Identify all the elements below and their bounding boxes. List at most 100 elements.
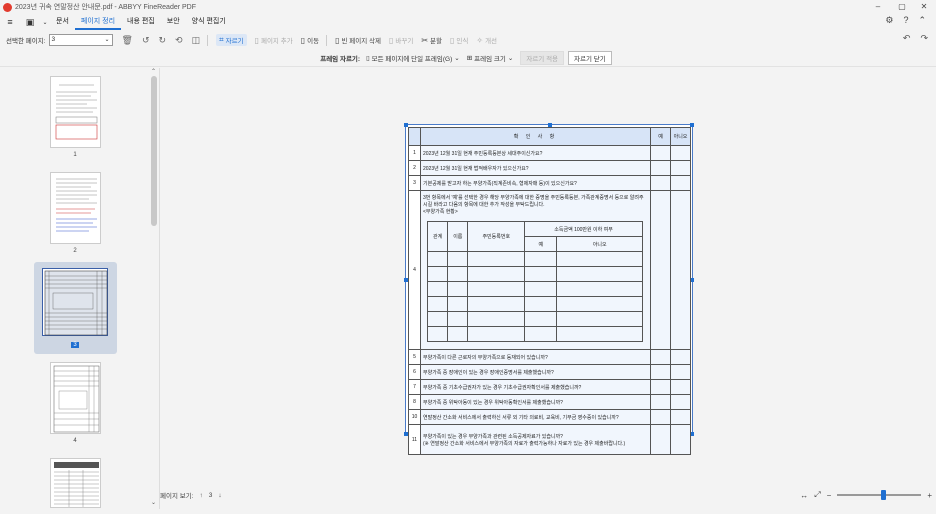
replace-icon: ▯ <box>388 35 394 45</box>
zoom-slider-knob[interactable] <box>880 490 886 500</box>
crop-frame-bar: 프레임 자르기: ▯ 모든 페이지에 단일 프레임(G) ⌄ ⊞ 프레임 크기 ⌄ 자르… <box>0 50 936 67</box>
next-page-icon[interactable]: ↓ <box>218 492 221 499</box>
trash-icon[interactable]: 🗑 <box>122 35 133 46</box>
move-button[interactable]: ▯ 이동 <box>300 35 319 46</box>
fit-page-icon[interactable]: ⤢ <box>814 490 820 500</box>
hamburger-menu-icon[interactable]: ≡ <box>0 17 20 27</box>
zoom-slider[interactable] <box>837 490 922 500</box>
redo-icon[interactable]: ↷ <box>920 33 928 44</box>
page-thumbnail[interactable] <box>50 362 101 434</box>
rotate-right-icon[interactable]: ↻ <box>158 35 166 46</box>
dependents-empty-row <box>426 296 643 312</box>
menu-security[interactable]: 보안 <box>161 14 186 30</box>
thumbnail-preview <box>56 178 97 232</box>
document-page: 확 인 사 항 예 아니오 1 2023년 12월 31일 현재 주민등록등본상 … <box>404 123 694 455</box>
undo-icon[interactable]: ↶ <box>903 33 911 44</box>
close-crop-button[interactable]: 자르기 닫기 <box>568 51 612 65</box>
single-frame-all-pages-option[interactable]: ▯ 모든 페이지에 단일 프레임(G) ⌄ <box>366 53 460 63</box>
dropdown-chevron-icon: ⌄ <box>104 37 110 43</box>
dependents-empty-row <box>426 266 643 282</box>
add-page-label: 페이지 추가 <box>260 38 293 45</box>
thumbnail-scrollbar[interactable]: ⌃ ⌄ <box>150 68 158 509</box>
crop-icon: ⌗ <box>219 35 224 44</box>
chevron-down-icon[interactable]: ⌄ <box>40 19 50 26</box>
table-row: 6 부양가족 중 장애인이 있는 경우 장애인증명서를 제출했습니까? <box>408 364 691 380</box>
split-button[interactable]: ✂ 분할 <box>421 35 442 46</box>
split-label: 분할 <box>430 38 442 45</box>
yes-cell <box>650 349 671 365</box>
dependents-col-id: 주민등록번호 <box>467 221 526 252</box>
frame-size-option[interactable]: ⊞ 프레임 크기 ⌄ <box>467 53 514 63</box>
move-icon: ▯ <box>300 35 306 45</box>
page-thumbnail[interactable] <box>50 76 101 148</box>
table-row: 1 2023년 12월 31일 현재 주민등록등본상 세대주이신가요? <box>408 145 691 161</box>
header-number-cell <box>408 127 421 146</box>
recognize-button[interactable]: ▯ 인식 <box>450 35 468 46</box>
table-row: 3 기본공제를 받고자 하는 부양가족(직계존비속, 형제자매 등)이 있으신가요… <box>408 175 691 191</box>
improve-button[interactable]: ✧ 개선 <box>476 35 498 46</box>
page-view-label: 페이지 보기: <box>160 493 194 500</box>
page-thumbnail-selected[interactable] <box>42 268 108 336</box>
dependents-subtitle: <부양가족 현황> <box>423 209 458 215</box>
dependents-empty-row <box>426 281 643 297</box>
zoom-out-icon[interactable]: − <box>827 491 832 500</box>
collapse-ribbon-icon[interactable]: ⌃ <box>918 15 926 26</box>
minimize-button[interactable]: – <box>866 0 890 14</box>
save-icon[interactable]: ▣ <box>20 17 40 28</box>
menu-page-organize[interactable]: 페이지 정리 <box>74 14 122 30</box>
help-icon[interactable]: ? <box>903 15 908 26</box>
page-settings-icon[interactable]: ◫ <box>192 35 201 46</box>
zoom-controls: ↔ ⤢ − + <box>800 490 932 500</box>
page-thumbnail[interactable] <box>50 458 101 508</box>
question-note: (※ 연말정산 간소화 서비스에서 부양가족의 자료가 출력가능하나 자료가 있… <box>423 440 626 447</box>
recognize-icon: ▯ <box>450 35 455 45</box>
dependents-table: 관계 이름 주민등록번호 소득금액 100만원 이하 여부 예 아니오 <box>426 221 643 342</box>
window-title: 2023년 귀속 연말정산 안내문.pdf - ABBYY FineReader… <box>15 4 197 11</box>
chevron-down-icon: ⌄ <box>454 55 460 62</box>
add-page-button[interactable]: ▯ 페이지 추가 <box>255 35 293 46</box>
maximize-button[interactable]: ▢ <box>890 0 914 14</box>
table-row: 11 부양가족이 있는 경우 부양가족과 관련된 소득공제자료가 있습니까? (※… <box>408 424 691 455</box>
previous-page-icon[interactable]: ↑ <box>200 492 203 499</box>
menu-form-editor[interactable]: 양식 편집기 <box>186 14 232 30</box>
current-page-number[interactable]: 3 <box>209 492 213 499</box>
rotate-left-icon[interactable]: ↺ <box>142 35 150 46</box>
toolbar-separator <box>326 34 328 46</box>
thumbnail-preview <box>54 462 99 507</box>
thumbnail-preview <box>55 84 98 140</box>
page-thumbnail[interactable] <box>50 172 101 244</box>
chevron-down-icon: ⌄ <box>507 55 514 62</box>
scroll-down-icon[interactable]: ⌄ <box>151 499 156 506</box>
delete-blank-pages-button[interactable]: ▯ 빈 페이지 삭제 <box>335 35 381 46</box>
menu-document[interactable]: 문서 <box>50 14 75 30</box>
apply-crop-button[interactable]: 자르기 적용 <box>520 51 565 65</box>
selected-pages-label: 선택한 페이지: <box>6 38 46 45</box>
page-navigation: 페이지 보기: ↑ 3 ↓ <box>160 490 222 501</box>
question-number: 1 <box>408 145 421 161</box>
no-cell <box>670 190 691 350</box>
question-number: 3 <box>408 175 421 191</box>
scroll-up-icon[interactable]: ⌃ <box>151 68 156 75</box>
settings-gear-icon[interactable]: ⚙ <box>885 15 893 26</box>
header-no: 아니오 <box>670 127 691 146</box>
question-number: 2 <box>408 160 421 176</box>
crop-button[interactable]: ⌗ 자르기 <box>216 34 247 46</box>
thumbnail-label: 2 <box>73 248 77 254</box>
replace-button[interactable]: ▯ 바꾸기 <box>388 35 413 46</box>
fit-width-icon[interactable]: ↔ <box>800 491 808 500</box>
dependents-empty-row <box>426 326 643 342</box>
dependents-empty-row <box>426 311 643 327</box>
app-logo-icon <box>3 2 12 12</box>
scrollbar-thumb[interactable] <box>151 76 157 226</box>
close-button[interactable]: ✕ <box>912 0 936 14</box>
question-number: 6 <box>408 364 421 380</box>
selected-pages-input[interactable]: 3 ⌄ <box>48 34 113 46</box>
crop-frame-label: 프레임 자르기: <box>320 56 361 63</box>
menu-edit-content[interactable]: 내용 편집 <box>121 14 161 30</box>
no-cell <box>670 364 691 380</box>
flip-icon[interactable]: ⟲ <box>175 35 183 46</box>
improve-label: 개선 <box>485 38 498 45</box>
question-text: 2023년 12월 31일 현재 주민등록등본상 세대주이신가요? <box>420 145 651 161</box>
header-yes: 예 <box>650 127 671 146</box>
zoom-in-icon[interactable]: + <box>927 491 932 500</box>
